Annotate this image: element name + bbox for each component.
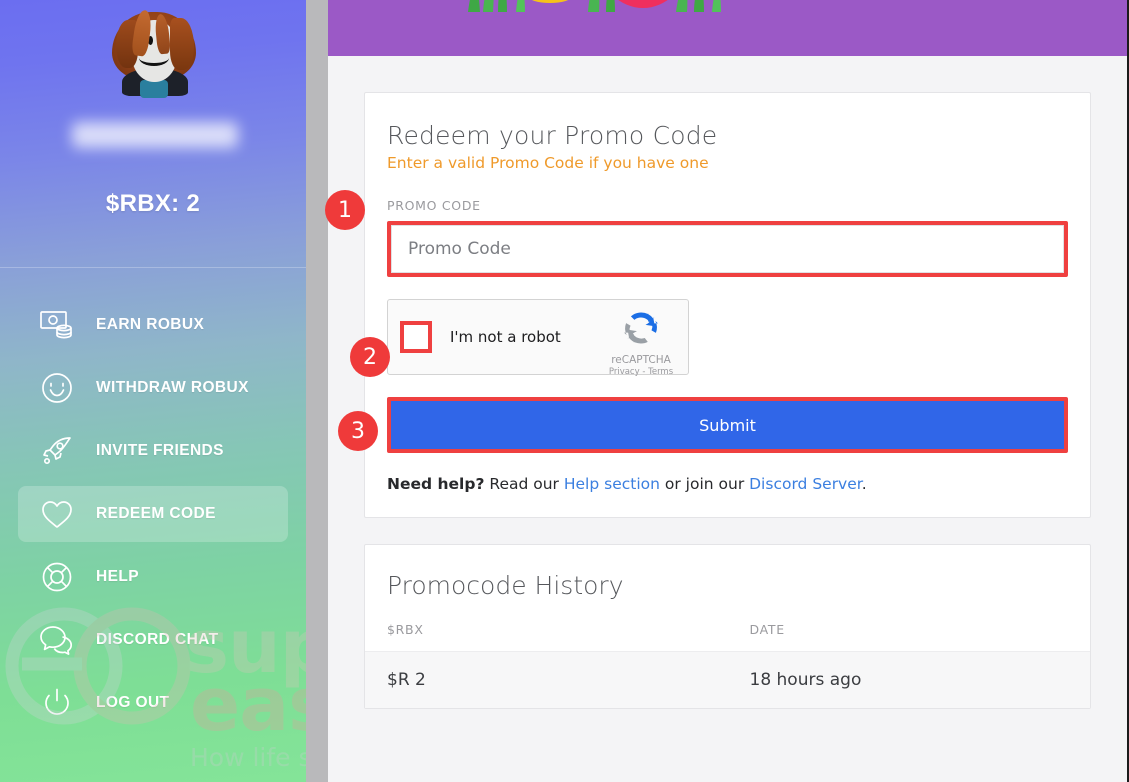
callout-badge-3: 3	[338, 411, 378, 451]
table-row: $R 2 18 hours ago	[365, 651, 1090, 708]
recaptcha-checkbox[interactable]	[400, 321, 432, 353]
history-table: $RBX DATE $R 2 18 hours ago	[365, 622, 1090, 708]
sidebar-item-invite-friends[interactable]: INVITE FRIENDS	[18, 423, 288, 479]
power-icon	[36, 682, 78, 724]
heart-icon	[36, 493, 78, 535]
history-title: Promocode History	[387, 571, 624, 600]
sidebar-item-withdraw-robux[interactable]: WITHDRAW ROBUX	[18, 360, 288, 416]
promocode-history-card: Promocode History $RBX DATE $R 2 18 hour…	[364, 544, 1091, 709]
sidebar-item-label: WITHDRAW ROBUX	[96, 379, 249, 396]
lifebuoy-icon	[36, 556, 78, 598]
cell-rbx: $R 2	[365, 651, 728, 708]
help-line: Need help? Read our Help section or join…	[387, 475, 1068, 493]
redeem-promo-card: Redeem your Promo Code Enter a valid Pro…	[364, 92, 1091, 518]
help-section-link[interactable]: Help section	[564, 475, 660, 493]
app-screen: $RBX: 2 EARN ROBUX WITHDRAW ROBUX INVITE…	[0, 0, 1129, 782]
page-scrollbar[interactable]	[306, 0, 328, 782]
discord-server-link[interactable]: Discord Server	[749, 475, 862, 493]
help-line-text-2: or join our	[659, 475, 750, 493]
sidebar-item-label: HELP	[96, 568, 139, 585]
sidebar-item-discord-chat[interactable]: DISCORD CHAT	[18, 612, 288, 668]
avatar	[104, 6, 204, 106]
sidebar-item-earn-robux[interactable]: EARN ROBUX	[18, 297, 288, 353]
recaptcha-label: I'm not a robot	[450, 328, 561, 346]
column-header-date: DATE	[727, 622, 1090, 652]
sidebar-item-label: DISCORD CHAT	[96, 631, 219, 648]
promo-code-highlight	[387, 221, 1068, 277]
header-banner	[328, 0, 1127, 56]
sidebar-nav: EARN ROBUX WITHDRAW ROBUX INVITE FRIENDS…	[0, 290, 306, 738]
page-title: Redeem your Promo Code	[387, 121, 718, 150]
callout-badge-2: 2	[350, 337, 390, 377]
main-content: Redeem your Promo Code Enter a valid Pro…	[328, 0, 1127, 782]
username-blurred	[72, 122, 238, 148]
sidebar-item-label: REDEEM CODE	[96, 505, 216, 522]
sidebar-item-help[interactable]: HELP	[18, 549, 288, 605]
recaptcha-row: I'm not a robot reCAPTCHA Privacy - Term…	[387, 299, 1068, 377]
sidebar: $RBX: 2 EARN ROBUX WITHDRAW ROBUX INVITE…	[0, 0, 306, 782]
money-icon	[36, 304, 78, 346]
promo-code-input[interactable]	[391, 225, 1064, 273]
sidebar-item-label: EARN ROBUX	[96, 316, 205, 333]
recaptcha-branding: reCAPTCHA Privacy - Terms	[604, 308, 678, 377]
chat-bubble-icon	[36, 619, 78, 661]
rocket-icon	[36, 430, 78, 472]
promo-code-label: PROMO CODE	[387, 198, 481, 213]
recaptcha-widget[interactable]: I'm not a robot reCAPTCHA Privacy - Term…	[387, 299, 689, 377]
recaptcha-brand-text: reCAPTCHA	[611, 354, 671, 366]
help-line-text-3: .	[861, 475, 867, 493]
smiley-icon	[36, 367, 78, 409]
table-header-row: $RBX DATE	[365, 622, 1090, 652]
recaptcha-logo-icon	[604, 308, 678, 353]
help-line-text-1: Read our	[484, 475, 564, 493]
sidebar-item-label: LOG OUT	[96, 694, 170, 711]
banner-artwork	[428, 0, 778, 56]
page-subtitle: Enter a valid Promo Code if you have one	[387, 154, 709, 172]
help-line-bold: Need help?	[387, 475, 485, 493]
sidebar-profile: $RBX: 2	[0, 0, 306, 268]
sidebar-item-log-out[interactable]: LOG OUT	[18, 675, 288, 731]
submit-button[interactable]: Submit	[391, 401, 1064, 449]
rbx-balance: $RBX: 2	[105, 190, 201, 217]
recaptcha-legal-links[interactable]: Privacy - Terms	[604, 367, 678, 377]
column-header-rbx: $RBX	[365, 622, 728, 652]
avatar-hair-right	[170, 18, 194, 70]
avatar-torso	[140, 80, 168, 98]
cell-date: 18 hours ago	[727, 651, 1090, 708]
sidebar-item-redeem-code[interactable]: REDEEM CODE	[18, 486, 288, 542]
sidebar-item-label: INVITE FRIENDS	[96, 442, 224, 459]
callout-badge-1: 1	[325, 190, 365, 230]
submit-highlight: Submit	[387, 397, 1068, 453]
watermark-tagline: How life should be	[190, 743, 306, 772]
